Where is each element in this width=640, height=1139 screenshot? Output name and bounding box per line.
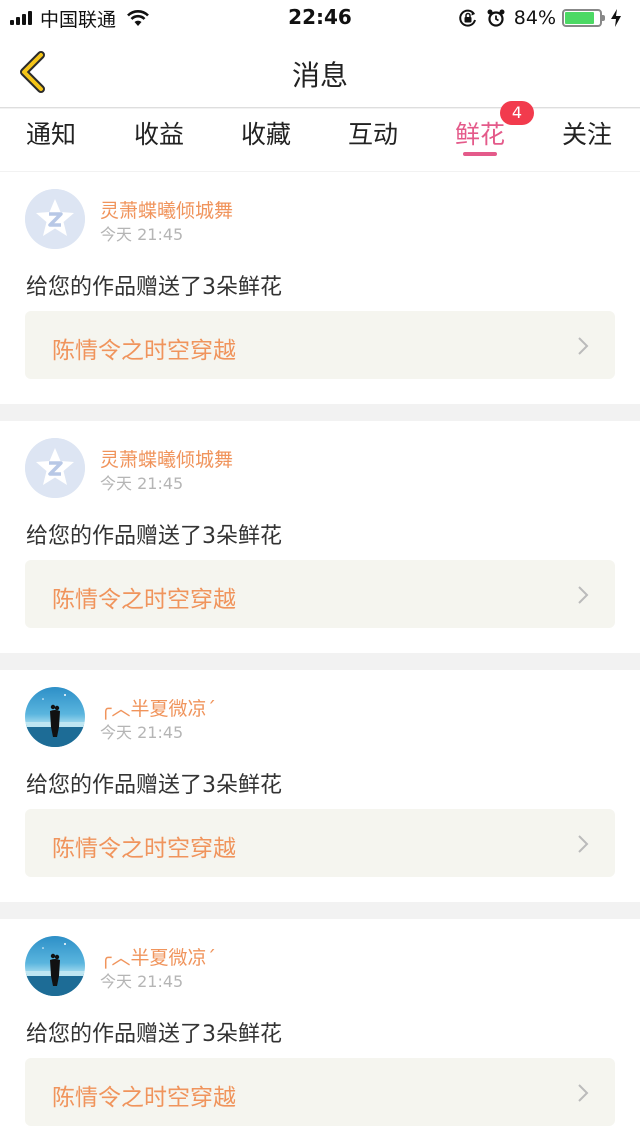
message-time: 今天 21:45: [100, 972, 184, 991]
sender-name[interactable]: 灵萧蝶曦倾城舞: [100, 196, 233, 223]
charging-icon: [611, 9, 621, 27]
tab-favorites[interactable]: 收藏: [241, 115, 291, 151]
photo-avatar-image: [25, 943, 85, 996]
message-card: ╭︿半夏微凉ˊ 今天 21:45 给您的作品赠送了3朵鲜花 陈情令之时空穿越: [0, 670, 640, 902]
orientation-lock-icon: [459, 9, 476, 27]
alarm-icon: [487, 9, 505, 27]
tab-earnings[interactable]: 收益: [134, 115, 184, 151]
battery-percent: 84%: [513, 7, 556, 29]
tab-notifications[interactable]: 通知: [26, 115, 76, 151]
work-title: 陈情令之时空穿越: [52, 587, 236, 613]
default-avatar-icon: [25, 438, 85, 498]
message-time: 今天 21:45: [100, 474, 184, 493]
message-time: 今天 21:45: [100, 723, 184, 742]
work-link[interactable]: 陈情令之时空穿越: [25, 809, 615, 877]
photo-avatar-image: [25, 694, 85, 747]
message-text: 给您的作品赠送了3朵鲜花: [26, 275, 282, 300]
message-text: 给您的作品赠送了3朵鲜花: [26, 1022, 282, 1047]
work-title: 陈情令之时空穿越: [52, 1085, 236, 1111]
sender-name[interactable]: 灵萧蝶曦倾城舞: [100, 445, 233, 472]
status-bar: 中国联通 22:46 84%: [0, 0, 640, 36]
battery-icon: [562, 9, 605, 27]
tab-flowers[interactable]: 鲜花: [455, 115, 505, 151]
message-card: ╭︿半夏微凉ˊ 今天 21:45 给您的作品赠送了3朵鲜花 陈情令之时空穿越: [0, 919, 640, 1139]
work-link[interactable]: 陈情令之时空穿越: [25, 311, 615, 379]
message-time: 今天 21:45: [100, 225, 184, 244]
message-text: 给您的作品赠送了3朵鲜花: [26, 524, 282, 549]
tab-bar: 通知 收益 收藏 互动 鲜花 关注: [0, 109, 640, 171]
active-tab-indicator: [463, 152, 497, 156]
work-link[interactable]: 陈情令之时空穿越: [25, 560, 615, 628]
avatar[interactable]: [25, 687, 85, 747]
tab-flowers-badge: 4: [500, 101, 534, 125]
message-text: 给您的作品赠送了3朵鲜花: [26, 773, 282, 798]
work-title: 陈情令之时空穿越: [52, 338, 236, 364]
avatar[interactable]: [25, 189, 85, 249]
message-card: 灵萧蝶曦倾城舞 今天 21:45 给您的作品赠送了3朵鲜花 陈情令之时空穿越: [0, 172, 640, 404]
sender-name[interactable]: ╭︿半夏微凉ˊ: [100, 694, 216, 721]
status-right: 84%: [458, 6, 630, 30]
default-avatar-icon: [25, 189, 85, 249]
work-link[interactable]: 陈情令之时空穿越: [25, 1058, 615, 1126]
avatar[interactable]: [25, 936, 85, 996]
chevron-right-icon: [578, 337, 589, 355]
tab-interactions[interactable]: 互动: [348, 115, 398, 151]
nav-bar: 消息: [0, 36, 640, 108]
chevron-right-icon: [578, 835, 589, 853]
sender-name[interactable]: ╭︿半夏微凉ˊ: [100, 943, 216, 970]
page-title: 消息: [291, 59, 348, 92]
chevron-right-icon: [578, 586, 589, 604]
message-card: 灵萧蝶曦倾城舞 今天 21:45 给您的作品赠送了3朵鲜花 陈情令之时空穿越: [0, 421, 640, 653]
work-title: 陈情令之时空穿越: [52, 836, 236, 862]
tab-following[interactable]: 关注: [562, 115, 612, 151]
chevron-right-icon: [578, 1084, 589, 1102]
avatar[interactable]: [25, 438, 85, 498]
battery-level: [565, 12, 594, 24]
